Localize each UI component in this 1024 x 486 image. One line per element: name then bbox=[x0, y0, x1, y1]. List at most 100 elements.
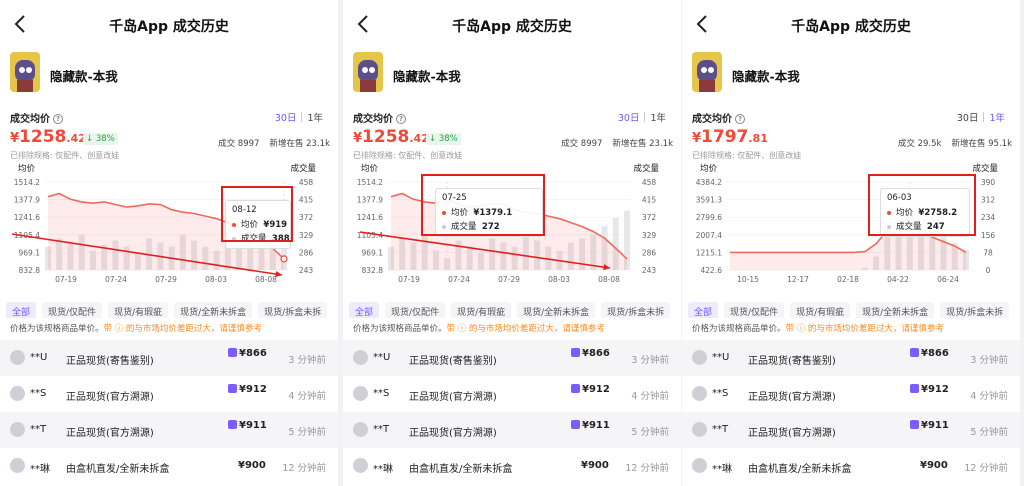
nav-bar: 千岛App 成交历史 bbox=[343, 0, 681, 48]
filter-chip[interactable]: 现货/拆盒未拆 bbox=[601, 302, 671, 318]
filter-chip[interactable]: 现货/全新未拆盒 bbox=[856, 302, 935, 318]
x-tick: 07-29 bbox=[498, 275, 520, 284]
user-name: **U bbox=[30, 352, 48, 363]
nav-bar: 千岛App 成交历史 bbox=[682, 0, 1020, 48]
platform-badge-icon bbox=[571, 348, 580, 357]
deal-price: ¥911 bbox=[228, 420, 267, 431]
x-tick: 07-19 bbox=[398, 275, 420, 284]
trade-row[interactable]: **琳 由盒机直发/全新未拆盒 ¥900 12 分钟前 bbox=[682, 448, 1020, 484]
range-switch: 30日 1年 bbox=[952, 106, 1010, 124]
deal-price: ¥912 bbox=[571, 384, 610, 395]
deal-price: ¥912 bbox=[228, 384, 267, 395]
range-30d-tab[interactable]: 30日 bbox=[613, 108, 645, 126]
spec-desc: 正品现货(官方溯源) bbox=[409, 428, 497, 439]
help-icon[interactable]: ? bbox=[396, 114, 406, 124]
x-tick: 07-29 bbox=[155, 275, 177, 284]
help-icon[interactable]: ? bbox=[735, 114, 745, 124]
x-tick: 08-03 bbox=[205, 275, 227, 284]
avg-price-value: ¥1258.42 bbox=[10, 127, 86, 147]
product-thumbnail bbox=[692, 52, 722, 92]
deal-time: 4 分钟前 bbox=[288, 391, 326, 402]
y-left-tick: 1514.2 bbox=[14, 178, 40, 187]
filter-chip[interactable]: 现货/全新未拆盒 bbox=[517, 302, 596, 318]
price-warning: 价格为该规格商品单价。带 ⓘ 的与市场均价差距过大，请谨慎参考 bbox=[353, 324, 605, 334]
spec-desc: 正品现货(官方溯源) bbox=[748, 428, 836, 439]
user-name: **S bbox=[712, 388, 729, 399]
exclusion-note: 已排除规格: 仅配件、创意改娃 bbox=[10, 151, 120, 160]
filter-chip[interactable]: 现货/仅配件 bbox=[385, 302, 446, 318]
trade-row[interactable]: **U 正品现货(寄售鉴别) ¥866收购 3 分钟前 bbox=[682, 340, 1020, 376]
range-1y-tab[interactable]: 1年 bbox=[302, 108, 328, 126]
y-left-tick: 969.1 bbox=[19, 248, 41, 257]
trade-history-panel-1: 千岛App 成交历史 隐藏款-本我 成交均价? 30日 1年 ¥1258.42 ↓… bbox=[0, 0, 338, 486]
platform-badge-icon bbox=[571, 384, 580, 393]
spec-desc: 由盒机直发/全新未拆盒 bbox=[66, 464, 170, 475]
filter-chip[interactable]: 现货/拆盒未拆 bbox=[940, 302, 1010, 318]
filter-chip[interactable]: 现货/有瑕疵 bbox=[108, 302, 169, 318]
avg-price-label: 成交均价? bbox=[692, 110, 745, 125]
deal-time: 12 分钟前 bbox=[625, 463, 669, 474]
new-listing-count: 新增在售 95.1k bbox=[951, 139, 1012, 149]
product-header: 隐藏款-本我 bbox=[692, 52, 1010, 94]
deal-time: 4 分钟前 bbox=[631, 391, 669, 402]
page-title: 千岛App 成交历史 bbox=[109, 19, 229, 35]
deal-time: 3 分钟前 bbox=[970, 355, 1008, 366]
y-left-tick: 422.6 bbox=[701, 266, 723, 275]
help-icon[interactable]: ? bbox=[53, 114, 63, 124]
filter-chip[interactable]: 全部 bbox=[6, 302, 37, 318]
deal-time: 5 分钟前 bbox=[970, 427, 1008, 438]
y-right-tick: 372 bbox=[299, 213, 314, 222]
trade-row[interactable]: **S 正品现货(官方溯源) ¥912 4 分钟前 bbox=[682, 376, 1020, 412]
y-left-tick: 969.1 bbox=[362, 248, 384, 257]
deal-count: 成交 8997 bbox=[561, 139, 603, 149]
product-header: 隐藏款-本我 bbox=[353, 52, 671, 94]
range-1y-tab[interactable]: 1年 bbox=[984, 108, 1010, 126]
filter-chip[interactable]: 现货/有瑕疵 bbox=[790, 302, 851, 318]
user-avatar bbox=[353, 422, 368, 437]
y-right-tick: 372 bbox=[642, 213, 657, 222]
trade-row[interactable]: **S 正品现货(官方溯源) ¥912 4 分钟前 bbox=[343, 376, 681, 412]
user-name: **T bbox=[712, 424, 729, 435]
y-left-tick: 1514.2 bbox=[357, 178, 383, 187]
trade-row[interactable]: **T 正品现货(官方溯源) ¥911 5 分钟前 bbox=[682, 412, 1020, 448]
trade-row[interactable]: **U 正品现货(寄售鉴别) ¥866收购 3 分钟前 bbox=[0, 340, 338, 376]
deal-count: 成交 29.5k bbox=[897, 139, 942, 149]
price-change-badge: ↓ 38% bbox=[83, 133, 118, 145]
filter-chip[interactable]: 全部 bbox=[688, 302, 719, 318]
y-right-tick: 329 bbox=[642, 231, 657, 240]
trade-row[interactable]: **U 正品现货(寄售鉴别) ¥866收购 3 分钟前 bbox=[343, 340, 681, 376]
filter-chip[interactable]: 全部 bbox=[349, 302, 380, 318]
user-name: **S bbox=[30, 388, 47, 399]
filter-chip[interactable]: 现货/有瑕疵 bbox=[451, 302, 512, 318]
y-left-tick: 1377.9 bbox=[357, 196, 383, 205]
deal-price: ¥911 bbox=[910, 420, 949, 431]
spec-desc: 由盒机直发/全新未拆盒 bbox=[409, 464, 513, 475]
user-avatar bbox=[353, 386, 368, 401]
exclusion-note: 已排除规格: 仅配件、创意改娃 bbox=[353, 151, 463, 160]
range-1y-tab[interactable]: 1年 bbox=[645, 108, 671, 126]
deal-price: ¥900 bbox=[581, 460, 609, 471]
trade-row[interactable]: **T 正品现货(官方溯源) ¥911 5 分钟前 bbox=[343, 412, 681, 448]
trade-row[interactable]: **T 正品现货(官方溯源) ¥911 5 分钟前 bbox=[0, 412, 338, 448]
user-name: **T bbox=[30, 424, 47, 435]
filter-chip[interactable]: 现货/仅配件 bbox=[724, 302, 785, 318]
user-avatar bbox=[353, 458, 368, 473]
filter-chip[interactable]: 现货/全新未拆盒 bbox=[174, 302, 253, 318]
range-switch: 30日 1年 bbox=[270, 106, 328, 124]
avg-price-label: 成交均价? bbox=[353, 110, 406, 125]
trade-row[interactable]: **S 正品现货(官方溯源) ¥912 4 分钟前 bbox=[0, 376, 338, 412]
new-listing-count: 新增在售 23.1k bbox=[612, 139, 673, 149]
y-right-tick: 458 bbox=[299, 178, 314, 187]
filter-chip[interactable]: 现货/仅配件 bbox=[42, 302, 103, 318]
filter-chip[interactable]: 现货/拆盒未拆 bbox=[258, 302, 328, 318]
trade-row[interactable]: **琳 由盒机直发/全新未拆盒 ¥900 12 分钟前 bbox=[0, 448, 338, 484]
user-avatar bbox=[10, 350, 25, 365]
trade-row[interactable]: **琳 由盒机直发/全新未拆盒 ¥900 12 分钟前 bbox=[343, 448, 681, 484]
trade-list: **U 正品现货(寄售鉴别) ¥866收购 3 分钟前 **S 正品现货(官方溯源) ¥91… bbox=[682, 340, 1020, 484]
range-30d-tab[interactable]: 30日 bbox=[952, 108, 984, 126]
avg-price-label: 成交均价? bbox=[10, 110, 63, 125]
y-left-tick: 3591.3 bbox=[696, 196, 722, 205]
range-30d-tab[interactable]: 30日 bbox=[270, 108, 302, 126]
spec-desc: 由盒机直发/全新未拆盒 bbox=[748, 464, 852, 475]
y-right-tick: 390 bbox=[981, 178, 996, 187]
